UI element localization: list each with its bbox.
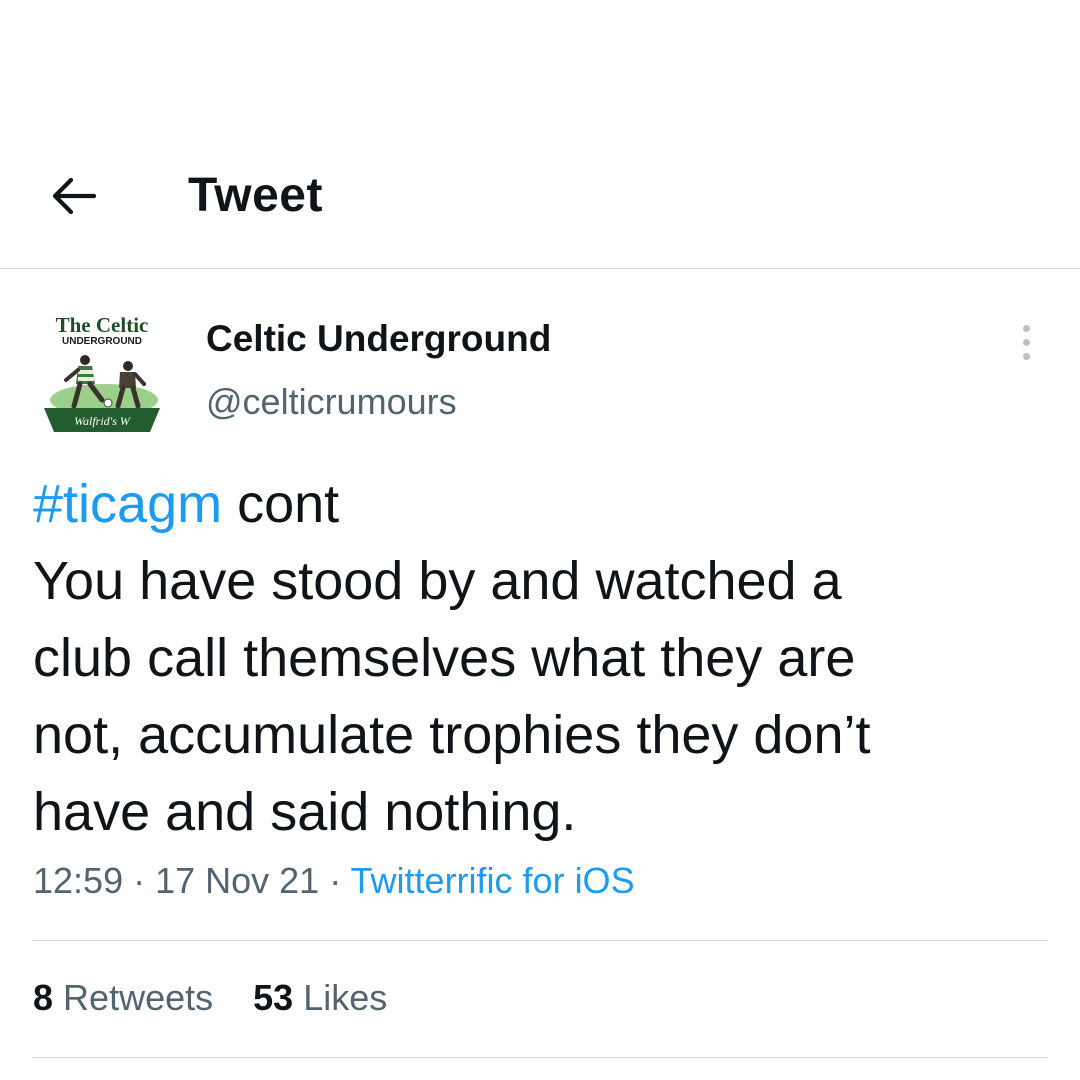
tweet-line: You have stood by and watched a: [33, 551, 842, 611]
likes-label: Likes: [303, 977, 388, 1018]
arrow-left-icon: [52, 177, 97, 215]
meta-separator: ·: [123, 860, 156, 901]
tweet-line: not, accumulate trophies they don’t: [33, 705, 871, 765]
logo-banner-text: Walfrid's W: [74, 414, 131, 428]
avatar[interactable]: Walfrid's W The Celtic UNDERGROUND: [40, 308, 164, 432]
tweet-stats: 8 Retweets 53 Likes: [33, 977, 417, 1019]
likes-stat[interactable]: 53 Likes: [253, 977, 387, 1019]
tweet-source-link[interactable]: Twitterrific for iOS: [351, 860, 635, 901]
tweet-line: club call themselves what they are: [33, 628, 856, 688]
hashtag-link[interactable]: #ticagm: [33, 474, 222, 534]
more-options-button[interactable]: [1004, 320, 1048, 364]
meta-separator: ·: [319, 860, 351, 901]
tweet-date[interactable]: 17 Nov 21: [155, 860, 319, 901]
tweet-line: have and said nothing.: [33, 782, 577, 842]
logo-subtitle-text: UNDERGROUND: [62, 336, 142, 347]
tweet-text: #ticagm cont You have stood by and watch…: [33, 466, 1053, 851]
tweet-time[interactable]: 12:59: [33, 860, 123, 901]
header-divider: [0, 268, 1080, 269]
retweets-label: Retweets: [63, 977, 214, 1018]
celtic-underground-logo: Walfrid's W The Celtic UNDERGROUND: [40, 308, 164, 432]
author-handle[interactable]: @celticrumours: [206, 381, 457, 423]
tweet-meta: 12:59 · 17 Nov 21 · Twitterrific for iOS: [33, 860, 635, 902]
likes-count: 53: [253, 977, 294, 1018]
more-dot-icon: [1022, 352, 1030, 360]
stats-divider-bottom: [32, 1057, 1048, 1058]
tweet-line: #ticagm cont: [33, 466, 1053, 543]
more-dot-icon: [1022, 338, 1030, 346]
logo-title-text: The Celtic: [56, 313, 149, 337]
back-button[interactable]: [48, 170, 100, 222]
retweets-count: 8: [33, 977, 54, 1018]
stats-divider-top: [32, 940, 1048, 941]
more-dot-icon: [1022, 324, 1030, 332]
author-name[interactable]: Celtic Underground: [206, 318, 551, 360]
top-bar: Tweet: [0, 150, 1080, 268]
page-title: Tweet: [188, 169, 323, 222]
tweet-line-text: cont: [222, 474, 340, 534]
retweets-stat[interactable]: 8 Retweets: [33, 977, 213, 1019]
